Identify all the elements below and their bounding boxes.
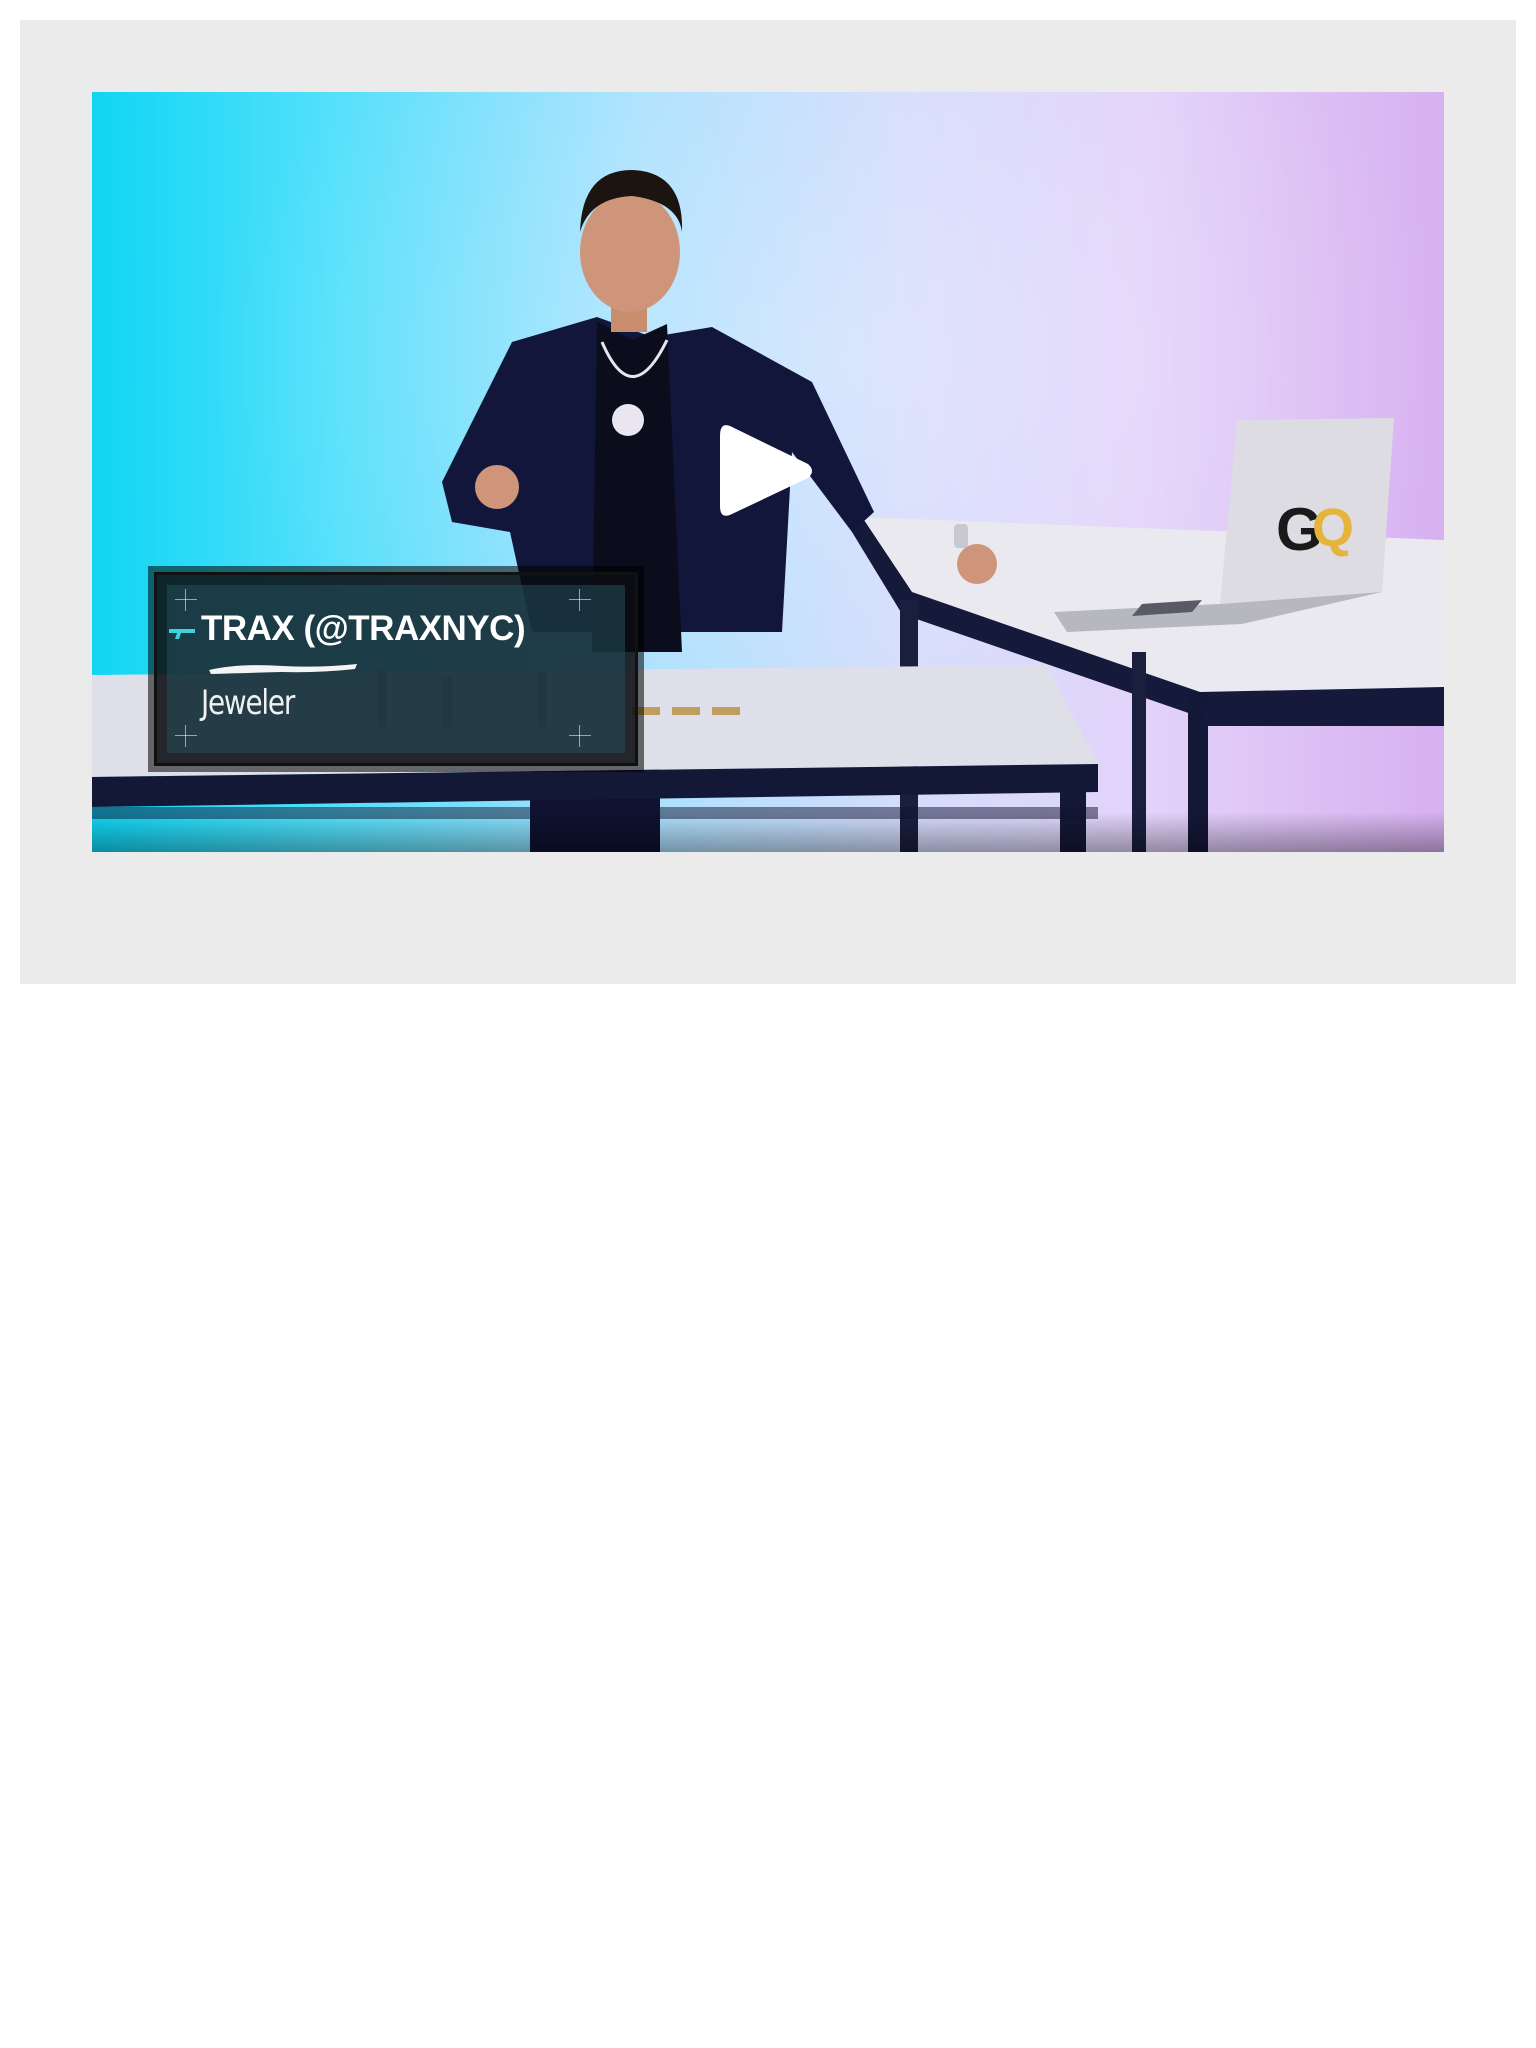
- brush-stroke-underline: [209, 664, 357, 674]
- person-watch: [954, 524, 968, 548]
- person-name: TRAX (@TRAXNYC): [201, 609, 526, 648]
- right-table-rail: [1202, 706, 1444, 726]
- crosshair-bottom-right: [569, 725, 591, 747]
- crosshair-top-right: [569, 589, 591, 611]
- crosshair-bottom-left: [175, 725, 197, 747]
- pistol-icon: [169, 629, 195, 639]
- gq-logo-q: Q: [1312, 498, 1354, 558]
- controls-fade: [92, 812, 1444, 852]
- video-embed-card: G Q TRAX (@TRAXNYC) Jeweler: [20, 20, 1516, 984]
- crosshair-top-left: [175, 589, 197, 611]
- person-pendant: [612, 404, 644, 436]
- gq-logo: G Q: [1276, 496, 1354, 563]
- play-icon[interactable]: [720, 422, 814, 520]
- video-player[interactable]: G Q TRAX (@TRAXNYC) Jeweler: [92, 92, 1444, 852]
- person-hand-right: [957, 544, 997, 584]
- person-face: [580, 192, 680, 312]
- lower-third-caption: TRAX (@TRAXNYC) Jeweler: [154, 572, 638, 766]
- person-hand-left: [475, 465, 519, 509]
- person-title: Jeweler: [201, 683, 295, 723]
